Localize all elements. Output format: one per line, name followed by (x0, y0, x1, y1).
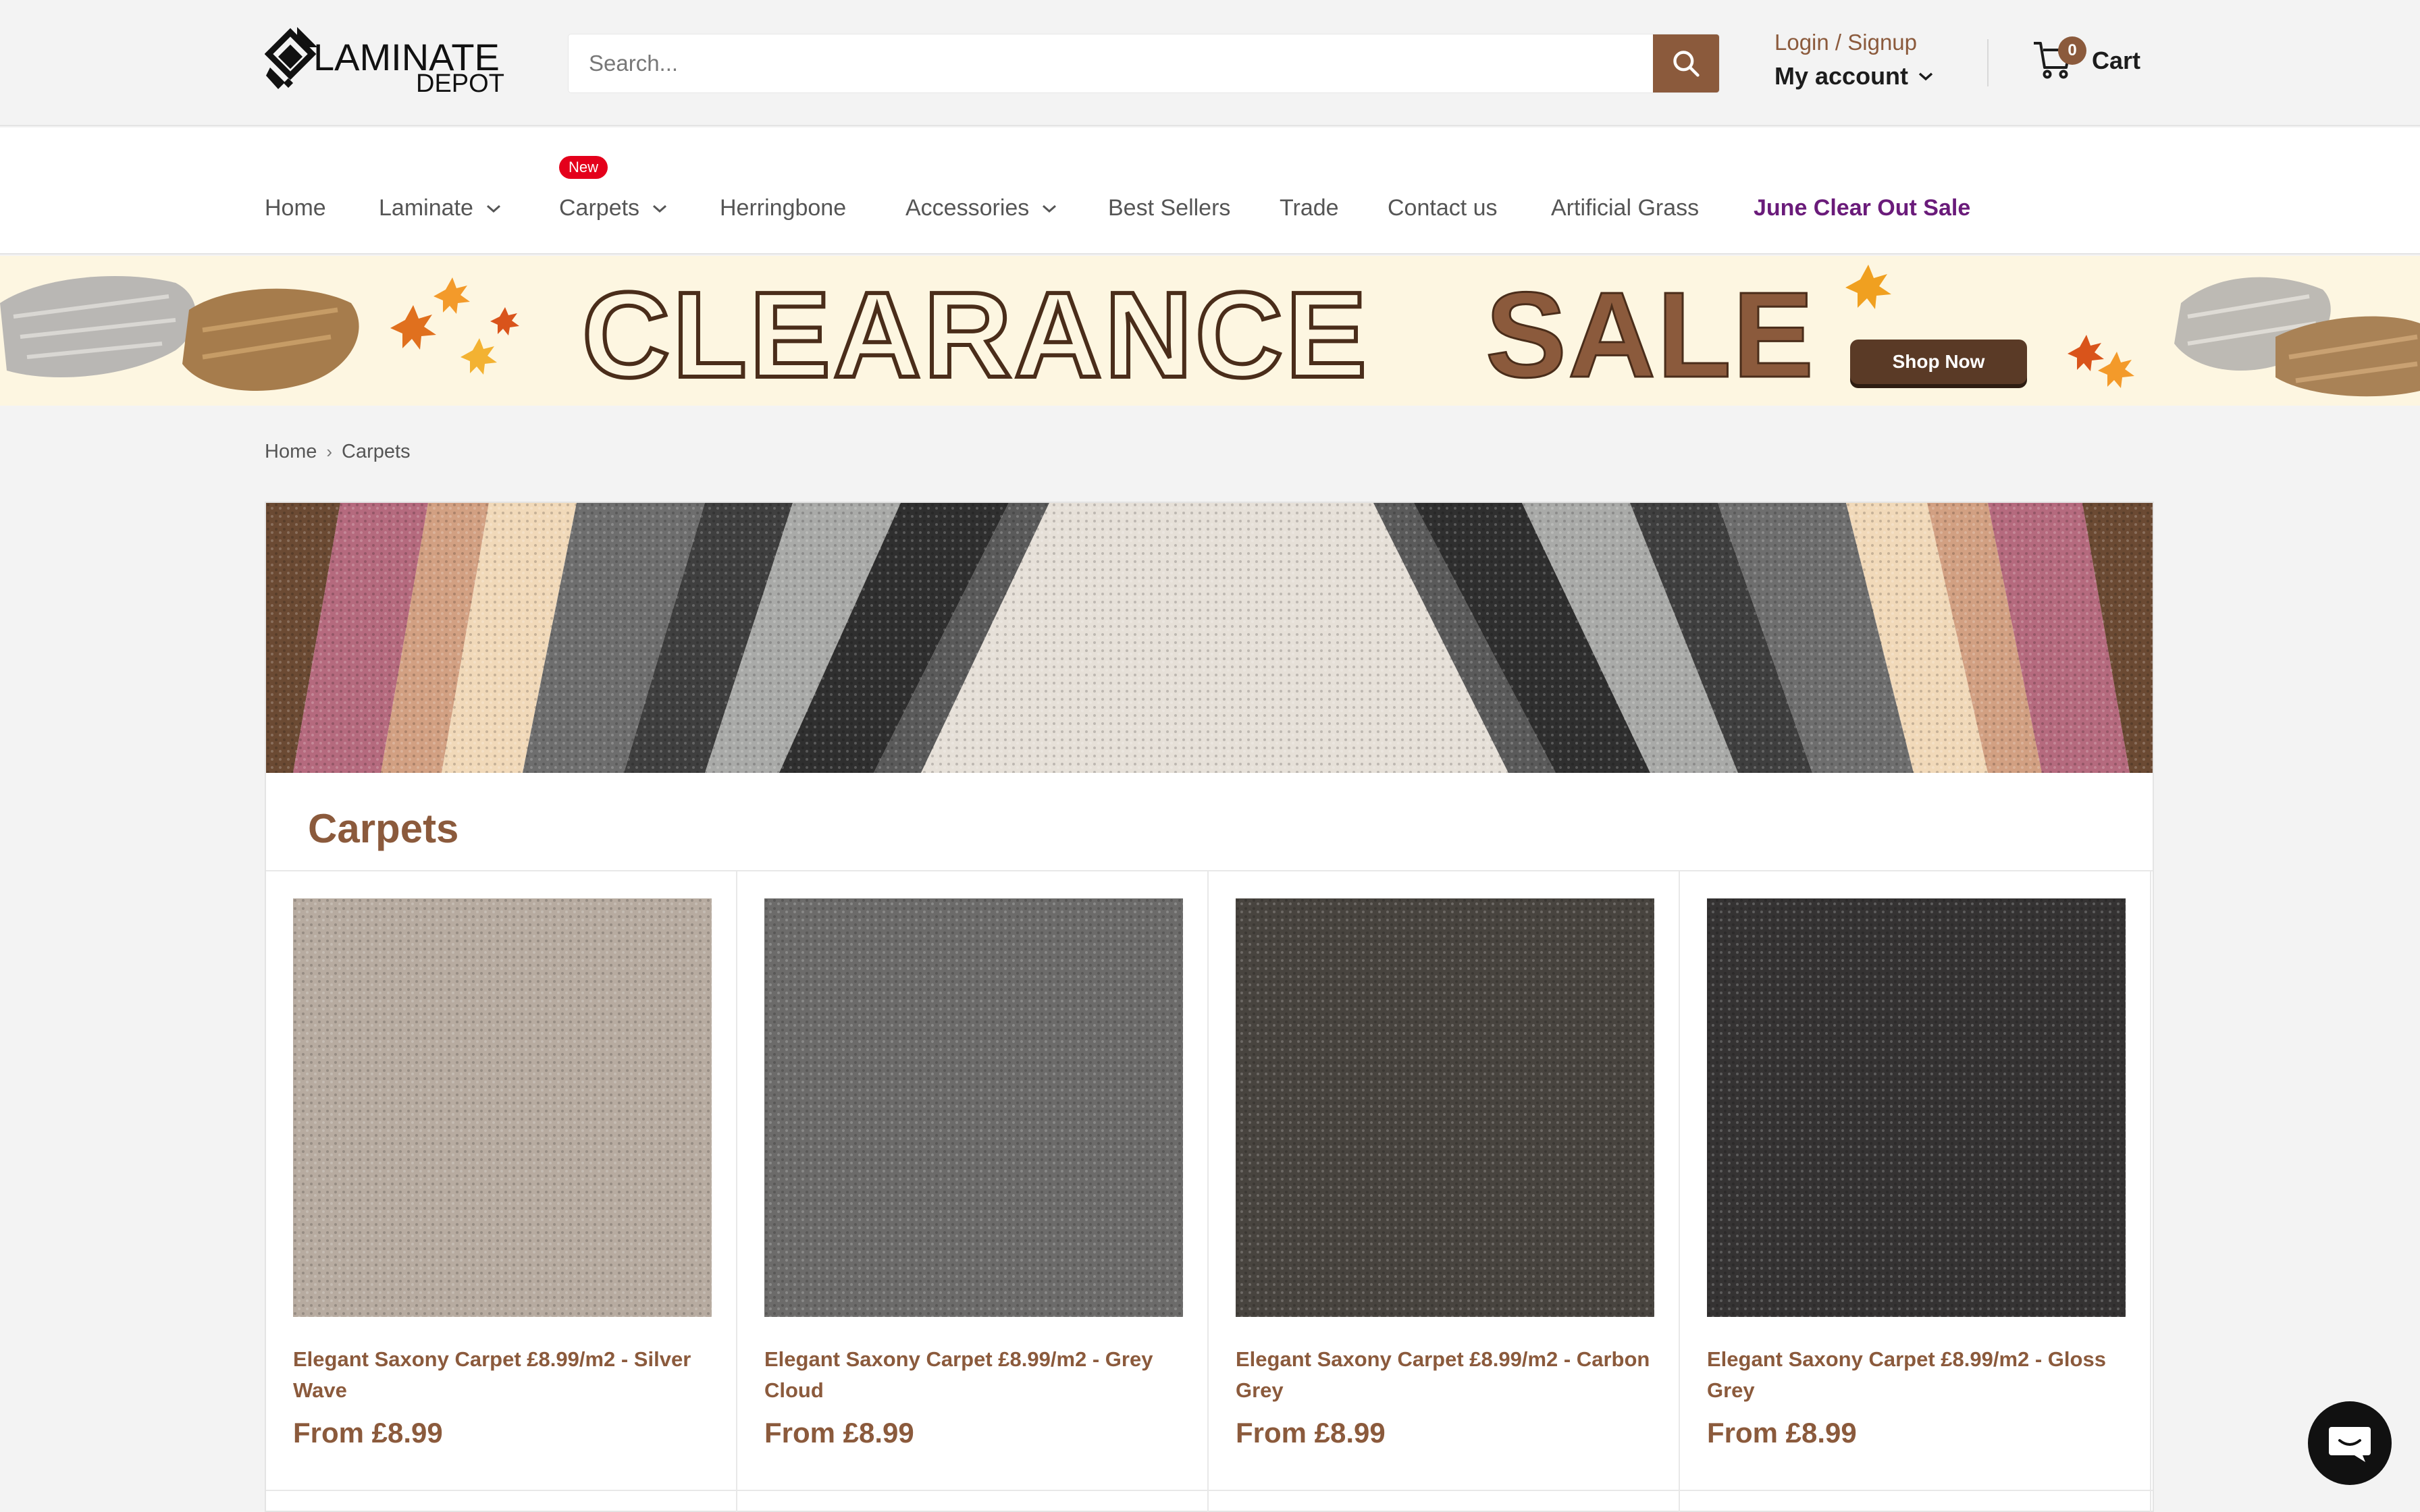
nav-item-label: June Clear Out Sale (1754, 195, 1971, 221)
collection-title: Carpets (308, 806, 459, 851)
chevron-down-icon (653, 205, 667, 213)
nav-item-accessories[interactable]: Accessories (905, 195, 1057, 221)
logo[interactable]: LAMINATE DEPOT (264, 26, 516, 100)
breadcrumb-current: Carpets (342, 441, 411, 462)
logo-mark-icon (264, 27, 317, 89)
breadcrumb-home-link[interactable]: Home (265, 441, 317, 463)
product-image[interactable] (293, 898, 712, 1317)
nav-item-label: Trade (1280, 195, 1339, 221)
product-title-link[interactable]: Elegant Saxony Carpet £8.99/m2 - Grey Cl… (764, 1344, 1186, 1406)
nav-item-label: Best Sellers (1108, 195, 1231, 221)
my-account-label: My account (1774, 62, 1909, 90)
search-button[interactable] (1653, 34, 1719, 92)
collection-hero-image (266, 503, 2153, 773)
nav-item-artificial-grass[interactable]: Artificial Grass (1551, 195, 1699, 221)
cart-link[interactable]: 0 Cart (2032, 36, 2141, 82)
cart-label: Cart (2092, 47, 2141, 74)
cart-icon-wrap: 0 (2032, 36, 2086, 82)
shop-now-button[interactable]: Shop Now (1850, 340, 2027, 384)
logo-text-line2: DEPOT (416, 70, 504, 98)
new-badge: New (559, 156, 608, 179)
nav-item-best-sellers[interactable]: Best Sellers (1108, 195, 1230, 221)
search-bar (568, 34, 1720, 93)
nav-item-label: Laminate (379, 195, 473, 221)
my-account-toggle[interactable]: My account (1774, 62, 1934, 90)
collection-panel: Carpets Elegant Saxony Carpet £8.99/m2 -… (265, 502, 2154, 1512)
nav-item-label: Carpets (559, 195, 640, 221)
banner-word-clearance: CLEARANCE (580, 266, 1370, 405)
nav-item-label: Home (265, 195, 326, 221)
chevron-down-icon (1043, 205, 1057, 213)
nav-item-laminate[interactable]: Laminate (379, 195, 502, 221)
main-nav: New Home Laminate Carpets Herringbone Ac… (0, 128, 2420, 254)
breadcrumb-separator: › (326, 441, 333, 462)
cart-count-badge: 0 (2058, 36, 2086, 65)
banner-word-sale: SALE (1484, 267, 1816, 404)
grid-divider (266, 1490, 2153, 1491)
product-image[interactable] (1707, 898, 2126, 1317)
product-image[interactable] (1236, 898, 1654, 1317)
product-card[interactable]: Elegant Saxony Carpet £8.99/m2 - Gloss G… (1680, 871, 2151, 1512)
product-card[interactable]: Elegant Saxony Carpet £8.99/m2 - Silver … (266, 871, 737, 1512)
nav-item-label: Herringbone (720, 195, 847, 221)
nav-item-label: Contact us (1388, 195, 1498, 221)
product-card[interactable]: Elegant Saxony Carpet £8.99/m2 - Carbon … (1209, 871, 1680, 1512)
product-price: From £8.99 (764, 1417, 914, 1449)
breadcrumb: Home › Carpets (265, 441, 411, 463)
product-price: From £8.99 (1236, 1417, 1386, 1449)
header-divider (1987, 39, 1989, 86)
product-card[interactable]: Elegant Saxony Carpet £8.99/m2 - Grey Cl… (737, 871, 1209, 1512)
nav-item-june-sale[interactable]: June Clear Out Sale (1754, 195, 1970, 221)
chevron-down-icon (1918, 72, 1933, 81)
product-title-link[interactable]: Elegant Saxony Carpet £8.99/m2 - Gloss G… (1707, 1344, 2129, 1406)
site-header: LAMINATE DEPOT Login / Signup My account (0, 0, 2420, 126)
product-title-link[interactable]: Elegant Saxony Carpet £8.99/m2 - Carbon … (1236, 1344, 1658, 1406)
nav-item-herringbone[interactable]: Herringbone (720, 195, 846, 221)
product-price: From £8.99 (293, 1417, 443, 1449)
nav-item-carpets[interactable]: Carpets (559, 195, 668, 221)
clearance-sale-banner[interactable]: CLEARANCE SALE Shop Now (0, 256, 2420, 406)
nav-item-trade[interactable]: Trade (1280, 195, 1339, 221)
product-title-link[interactable]: Elegant Saxony Carpet £8.99/m2 - Silver … (293, 1344, 715, 1406)
nav-item-contact-us[interactable]: Contact us (1388, 195, 1498, 221)
search-input[interactable] (569, 34, 1654, 92)
nav-item-home[interactable]: Home (265, 195, 326, 221)
product-image[interactable] (764, 898, 1183, 1317)
login-signup-link[interactable]: Login / Signup (1774, 30, 1934, 55)
account-menu[interactable]: Login / Signup My account (1774, 30, 1934, 90)
chevron-down-icon (486, 205, 500, 213)
chat-button[interactable] (2308, 1401, 2392, 1485)
chat-icon (2329, 1427, 2371, 1462)
nav-item-label: Accessories (905, 195, 1030, 221)
product-price: From £8.99 (1707, 1417, 1857, 1449)
nav-item-label: Artificial Grass (1551, 195, 1700, 221)
search-icon (1673, 51, 1700, 77)
